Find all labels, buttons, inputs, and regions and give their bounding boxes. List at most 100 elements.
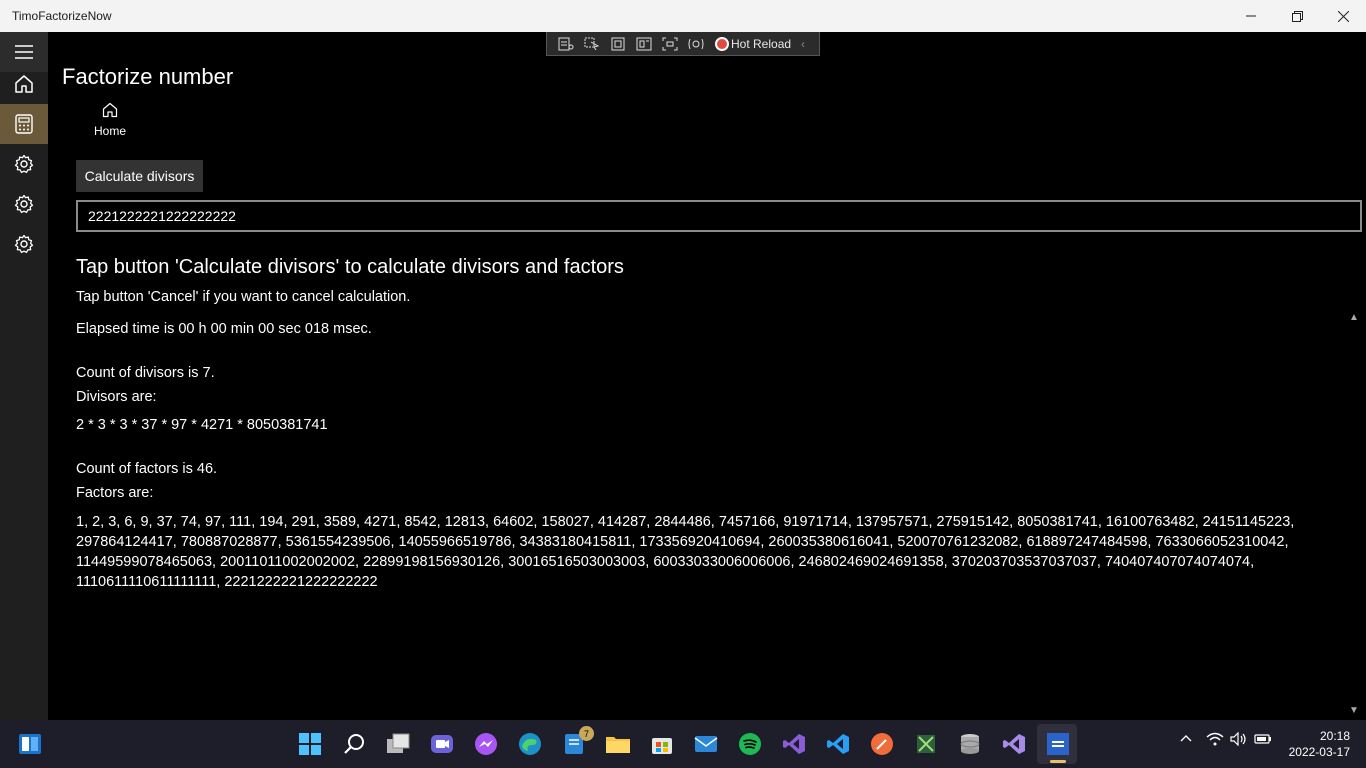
divisors-value: 2 * 3 * 3 * 37 * 97 * 4271 * 8050381741	[76, 417, 328, 433]
clock-time: 20:18	[1319, 729, 1350, 743]
home-link[interactable]: Home	[86, 102, 134, 140]
hot-reload-label[interactable]: Hot Reload	[731, 37, 791, 51]
binding-icon	[662, 37, 678, 50]
battery-icon	[1254, 734, 1271, 744]
notes-taskbar-icon[interactable]: 7	[560, 726, 594, 758]
task-view-icon	[387, 733, 410, 753]
database-icon	[960, 734, 980, 754]
nav-item-factorize[interactable]	[0, 104, 48, 144]
gear-icon	[14, 234, 34, 254]
visual-tree-icon	[558, 37, 574, 50]
mail-icon	[694, 736, 718, 752]
binding-failures-button[interactable]	[659, 35, 681, 53]
display-layout-adorners-button[interactable]	[607, 35, 629, 53]
nav-item-settings-2[interactable]	[0, 184, 48, 224]
messenger-taskbar-icon[interactable]	[472, 730, 500, 758]
widgets-button[interactable]	[16, 730, 44, 758]
track-focus-button[interactable]	[633, 35, 655, 53]
elapsed-time: Elapsed time is 00 h 00 min 00 sec 018 m…	[76, 321, 372, 337]
vertical-scrollbar[interactable]: ▲ ▼	[1346, 312, 1362, 716]
xaml-debug-toolbar: Hot Reload ‹	[546, 32, 820, 56]
scroll-down-icon[interactable]: ▼	[1349, 705, 1359, 716]
gear-icon	[14, 154, 34, 174]
edge-taskbar-icon[interactable]	[516, 730, 544, 758]
clock-date: 2022-03-17	[1288, 745, 1350, 759]
visual-studio-preview-icon	[1003, 734, 1025, 754]
widgets-icon	[19, 734, 41, 754]
live-visual-tree-button[interactable]	[555, 35, 577, 53]
messenger-icon	[475, 733, 497, 755]
speaker-icon	[1230, 731, 1246, 747]
divisor-count: Count of divisors is 7.	[76, 365, 215, 381]
factors-label: Factors are:	[76, 485, 154, 501]
active-app-indicator	[1050, 760, 1066, 763]
home-icon	[15, 75, 33, 93]
calculator-icon	[15, 114, 33, 134]
hot-reload-status-icon	[715, 36, 729, 51]
volume-button[interactable]	[1230, 731, 1248, 749]
instruction-headline: Tap button 'Calculate divisors' to calcu…	[76, 256, 624, 278]
cancel-hint: Tap button 'Cancel' if you want to cance…	[76, 289, 411, 305]
compass-app-icon	[871, 733, 893, 755]
store-bag-icon	[652, 738, 672, 754]
restore-icon	[1291, 10, 1303, 22]
wifi-button[interactable]	[1206, 732, 1224, 749]
scale-button[interactable]	[685, 35, 707, 53]
spotify-button[interactable]	[736, 730, 764, 758]
show-hidden-icons-button[interactable]	[1180, 732, 1192, 746]
system-clock[interactable]: 20:18 2022-03-17	[1280, 728, 1350, 760]
nav-item-settings-3[interactable]	[0, 224, 48, 264]
nav-item-home[interactable]	[0, 64, 48, 104]
windows-start-icon	[299, 733, 321, 755]
restore-button[interactable]	[1274, 0, 1320, 32]
collapse-toolbar-icon[interactable]: ‹	[801, 37, 805, 51]
scale-icon	[688, 38, 704, 49]
file-explorer-button[interactable]	[604, 730, 632, 758]
nav-item-settings-1[interactable]	[0, 144, 48, 184]
taskbar: 7 20:18 2022-03-17	[0, 720, 1366, 768]
home-icon	[102, 102, 118, 118]
track-focus-icon	[636, 37, 652, 50]
mail-button[interactable]	[692, 730, 720, 758]
calculate-divisors-button[interactable]: Calculate divisors	[76, 160, 203, 192]
search-icon	[344, 734, 364, 754]
spotify-icon	[739, 733, 761, 755]
page-title: Factorize number	[62, 64, 234, 89]
number-input[interactable]	[76, 200, 1362, 232]
chat-icon	[431, 735, 453, 753]
visual-studio-icon	[783, 734, 805, 754]
task-view-button[interactable]	[384, 730, 412, 758]
cursor-select-icon	[584, 37, 600, 50]
store-button[interactable]	[648, 730, 676, 758]
home-label: Home	[93, 124, 126, 138]
visual-studio-button[interactable]	[780, 730, 808, 758]
network-tool-button[interactable]	[912, 730, 940, 758]
scroll-up-icon[interactable]: ▲	[1349, 312, 1359, 323]
app-logo-icon	[1047, 733, 1069, 755]
folder-icon	[606, 737, 630, 753]
minimize-button[interactable]	[1228, 0, 1274, 32]
close-button[interactable]	[1320, 0, 1366, 32]
battery-button[interactable]	[1254, 732, 1272, 749]
adorner-icon	[611, 37, 625, 50]
start-button[interactable]	[296, 730, 324, 758]
select-element-button[interactable]	[581, 35, 603, 53]
edge-browser-icon	[519, 733, 541, 755]
close-icon	[1337, 10, 1349, 22]
vscode-button[interactable]	[824, 730, 852, 758]
timo-factorize-now-taskbar-button[interactable]	[1044, 730, 1072, 758]
network-tool-icon	[917, 735, 935, 753]
teams-chat-button[interactable]	[428, 730, 456, 758]
git-client-button[interactable]	[868, 730, 896, 758]
title-bar: TimoFactorizeNow	[0, 0, 1366, 32]
database-tool-button[interactable]	[956, 730, 984, 758]
factors-value: 1, 2, 3, 6, 9, 37, 74, 97, 111, 194, 291…	[76, 514, 1295, 590]
vscode-icon	[827, 734, 849, 754]
visual-studio-preview-button[interactable]	[1000, 730, 1028, 758]
hamburger-icon	[15, 45, 33, 59]
wifi-icon	[1206, 732, 1224, 746]
gear-icon	[14, 194, 34, 214]
search-button[interactable]	[340, 730, 368, 758]
navigation-rail	[0, 32, 48, 720]
factor-count: Count of factors is 46.	[76, 461, 218, 477]
